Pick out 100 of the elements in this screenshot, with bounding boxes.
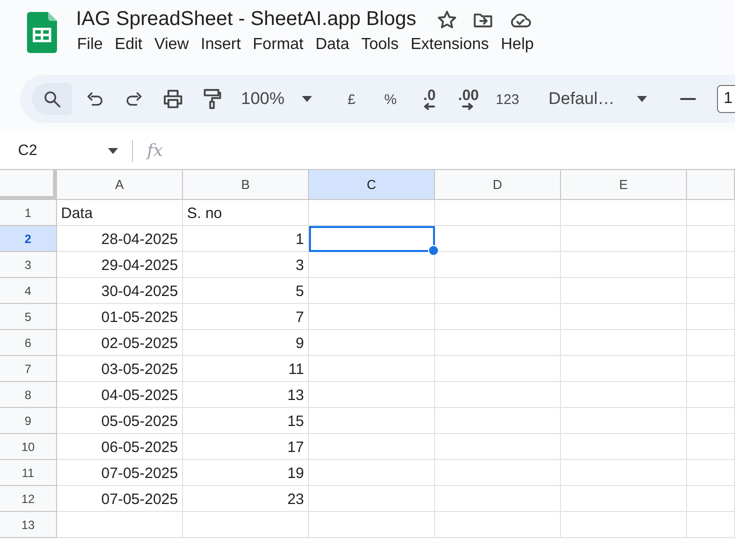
empty-cell[interactable] — [561, 226, 687, 252]
empty-cell[interactable] — [435, 486, 561, 512]
menu-item[interactable]: Extensions — [404, 34, 496, 56]
star-icon[interactable] — [436, 8, 458, 30]
empty-cell[interactable] — [309, 434, 435, 460]
empty-cell[interactable] — [687, 330, 735, 356]
empty-cell[interactable] — [435, 304, 561, 330]
empty-cell[interactable] — [435, 512, 561, 538]
empty-cell[interactable] — [687, 512, 735, 538]
row-header[interactable]: 11 — [0, 460, 57, 486]
row-header[interactable]: 13 — [0, 512, 57, 538]
empty-cell[interactable] — [183, 512, 309, 538]
font-dropdown[interactable]: Defaul… — [540, 83, 655, 115]
empty-cell[interactable] — [687, 356, 735, 382]
menu-item[interactable]: Insert — [194, 34, 248, 56]
empty-cell[interactable] — [561, 200, 687, 226]
empty-cell[interactable] — [687, 278, 735, 304]
menu-item[interactable]: Edit — [108, 34, 150, 56]
column-header[interactable]: E — [561, 170, 687, 200]
empty-cell[interactable] — [561, 486, 687, 512]
caret-icon — [636, 96, 647, 102]
zoom-dropdown[interactable]: 100% — [235, 83, 318, 115]
menu-item[interactable]: Help — [494, 34, 541, 56]
percent-button[interactable]: % — [374, 83, 406, 115]
row-header[interactable]: 4 — [0, 278, 57, 304]
table-cell: Data — [57, 200, 183, 226]
search-button[interactable] — [32, 83, 72, 115]
empty-cell[interactable] — [687, 382, 735, 408]
empty-cell[interactable] — [435, 408, 561, 434]
empty-cell[interactable] — [435, 382, 561, 408]
menu-item[interactable]: File — [70, 34, 110, 56]
font-size-field[interactable]: 1 — [716, 85, 735, 113]
menu-item[interactable]: View — [147, 34, 196, 56]
column-header[interactable] — [687, 170, 735, 200]
column-header[interactable]: D — [435, 170, 561, 200]
table-cell: 23 — [183, 486, 309, 512]
empty-cell[interactable] — [309, 460, 435, 486]
column-header[interactable]: C — [309, 170, 435, 200]
empty-cell[interactable] — [687, 252, 735, 278]
row-header[interactable]: 2 — [0, 226, 57, 252]
empty-cell[interactable] — [561, 278, 687, 304]
empty-cell[interactable] — [309, 486, 435, 512]
empty-cell[interactable] — [435, 278, 561, 304]
empty-cell[interactable] — [435, 356, 561, 382]
empty-cell[interactable] — [561, 408, 687, 434]
fill-handle[interactable] — [428, 245, 439, 256]
row-header[interactable]: 1 — [0, 200, 57, 226]
row-header[interactable]: 3 — [0, 252, 57, 278]
empty-cell[interactable] — [687, 408, 735, 434]
menu-item[interactable]: Data — [308, 34, 356, 56]
empty-cell[interactable] — [309, 408, 435, 434]
increase-decimal-button[interactable]: .00 — [452, 83, 484, 115]
column-header[interactable]: A — [57, 170, 183, 200]
empty-cell[interactable] — [687, 486, 735, 512]
empty-cell[interactable] — [561, 512, 687, 538]
column-header[interactable]: B — [183, 170, 309, 200]
empty-cell[interactable] — [309, 382, 435, 408]
empty-cell[interactable] — [309, 304, 435, 330]
table-cell: 03-05-2025 — [57, 356, 183, 382]
menu-item[interactable]: Tools — [354, 34, 406, 56]
currency-button[interactable]: £ — [335, 83, 368, 115]
empty-cell[interactable] — [687, 200, 735, 226]
empty-cell[interactable] — [435, 200, 561, 226]
number-format-button[interactable]: 123 — [491, 83, 524, 115]
empty-cell[interactable] — [561, 252, 687, 278]
empty-cell[interactable] — [561, 330, 687, 356]
row-header[interactable]: 5 — [0, 304, 57, 330]
empty-cell[interactable] — [309, 200, 435, 226]
empty-cell[interactable] — [309, 330, 435, 356]
empty-cell[interactable] — [687, 460, 735, 486]
empty-cell[interactable] — [561, 382, 687, 408]
row-header[interactable]: 9 — [0, 408, 57, 434]
table-cell: 02-05-2025 — [57, 330, 183, 356]
empty-cell[interactable] — [561, 304, 687, 330]
empty-cell[interactable] — [309, 278, 435, 304]
empty-cell[interactable] — [561, 356, 687, 382]
name-box[interactable]: C2 — [18, 142, 38, 159]
empty-cell[interactable] — [435, 434, 561, 460]
document-title[interactable]: IAG SpreadSheet - SheetAI.app Blogs — [76, 8, 422, 31]
decrease-decimal-button[interactable]: .0 — [413, 83, 446, 115]
empty-cell[interactable] — [687, 434, 735, 460]
empty-cell[interactable] — [435, 330, 561, 356]
empty-cell[interactable] — [309, 512, 435, 538]
corner-cell[interactable] — [0, 170, 57, 200]
caret-icon[interactable] — [108, 148, 118, 154]
empty-cell[interactable] — [435, 252, 561, 278]
row-header[interactable]: 6 — [0, 330, 57, 356]
table-cell: 11 — [183, 356, 309, 382]
minus-icon — [680, 98, 696, 100]
row-header[interactable]: 10 — [0, 434, 57, 460]
empty-cell[interactable] — [561, 434, 687, 460]
empty-cell[interactable] — [309, 356, 435, 382]
row-header[interactable]: 8 — [0, 382, 57, 408]
empty-cell[interactable] — [561, 460, 687, 486]
empty-cell[interactable] — [687, 226, 735, 252]
menu-item[interactable]: Format — [246, 34, 310, 56]
row-header[interactable]: 12 — [0, 486, 57, 512]
empty-cell[interactable] — [687, 304, 735, 330]
empty-cell[interactable] — [435, 460, 561, 486]
row-header[interactable]: 7 — [0, 356, 57, 382]
